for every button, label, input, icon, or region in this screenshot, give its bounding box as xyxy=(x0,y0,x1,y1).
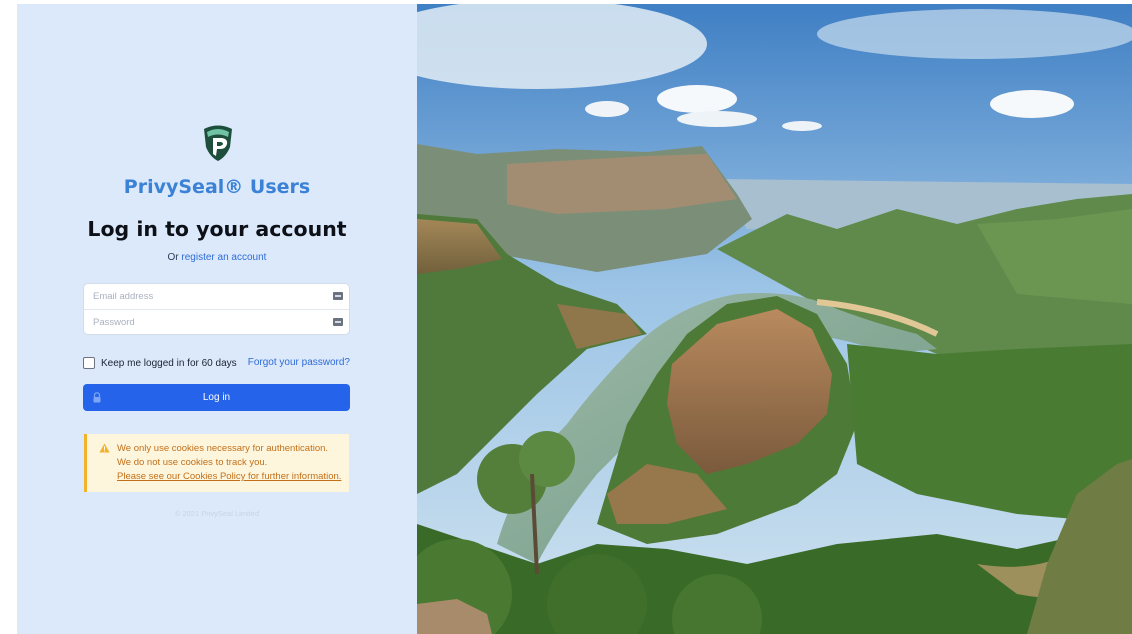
remember-checkbox[interactable] xyxy=(83,357,95,369)
register-prefix: Or xyxy=(167,252,179,263)
notice-line-2: We do not use cookies to track you. xyxy=(117,457,268,468)
warning-icon xyxy=(99,443,110,453)
register-link[interactable]: register an account xyxy=(181,252,266,263)
cookie-notice: We only use cookies necessary for authen… xyxy=(84,434,349,492)
email-input[interactable] xyxy=(84,290,315,303)
brand-title: PrivySeal® Users xyxy=(123,176,311,198)
login-panel: PrivySeal® Users Log in to your account … xyxy=(17,4,417,634)
privyseal-logo-icon xyxy=(204,125,232,161)
remember-me[interactable]: Keep me logged in for 60 days xyxy=(83,357,237,369)
email-row xyxy=(84,284,349,309)
autofill-card-icon[interactable] xyxy=(333,318,343,326)
lock-icon xyxy=(93,392,101,403)
login-button-label: Log in xyxy=(202,392,231,403)
forgot-password-link[interactable]: Forgot your password? xyxy=(248,357,350,368)
password-input[interactable] xyxy=(84,316,315,329)
remember-label[interactable]: Keep me logged in for 60 days xyxy=(101,358,237,369)
credentials-form xyxy=(83,283,350,335)
hero-image xyxy=(417,4,1132,634)
register-prompt: Or register an account xyxy=(17,252,417,263)
page-title: Log in to your account xyxy=(87,217,347,241)
copyright: © 2021 PrivySeal Limited xyxy=(174,509,260,518)
notice-line-1: We only use cookies necessary for authen… xyxy=(117,443,329,454)
cookies-policy-link[interactable]: Please see our Cookies Policy for furthe… xyxy=(117,470,349,484)
login-button[interactable]: Log in xyxy=(83,384,350,411)
password-row xyxy=(84,309,349,335)
landscape-photo xyxy=(417,4,1132,634)
autofill-card-icon[interactable] xyxy=(333,292,343,300)
